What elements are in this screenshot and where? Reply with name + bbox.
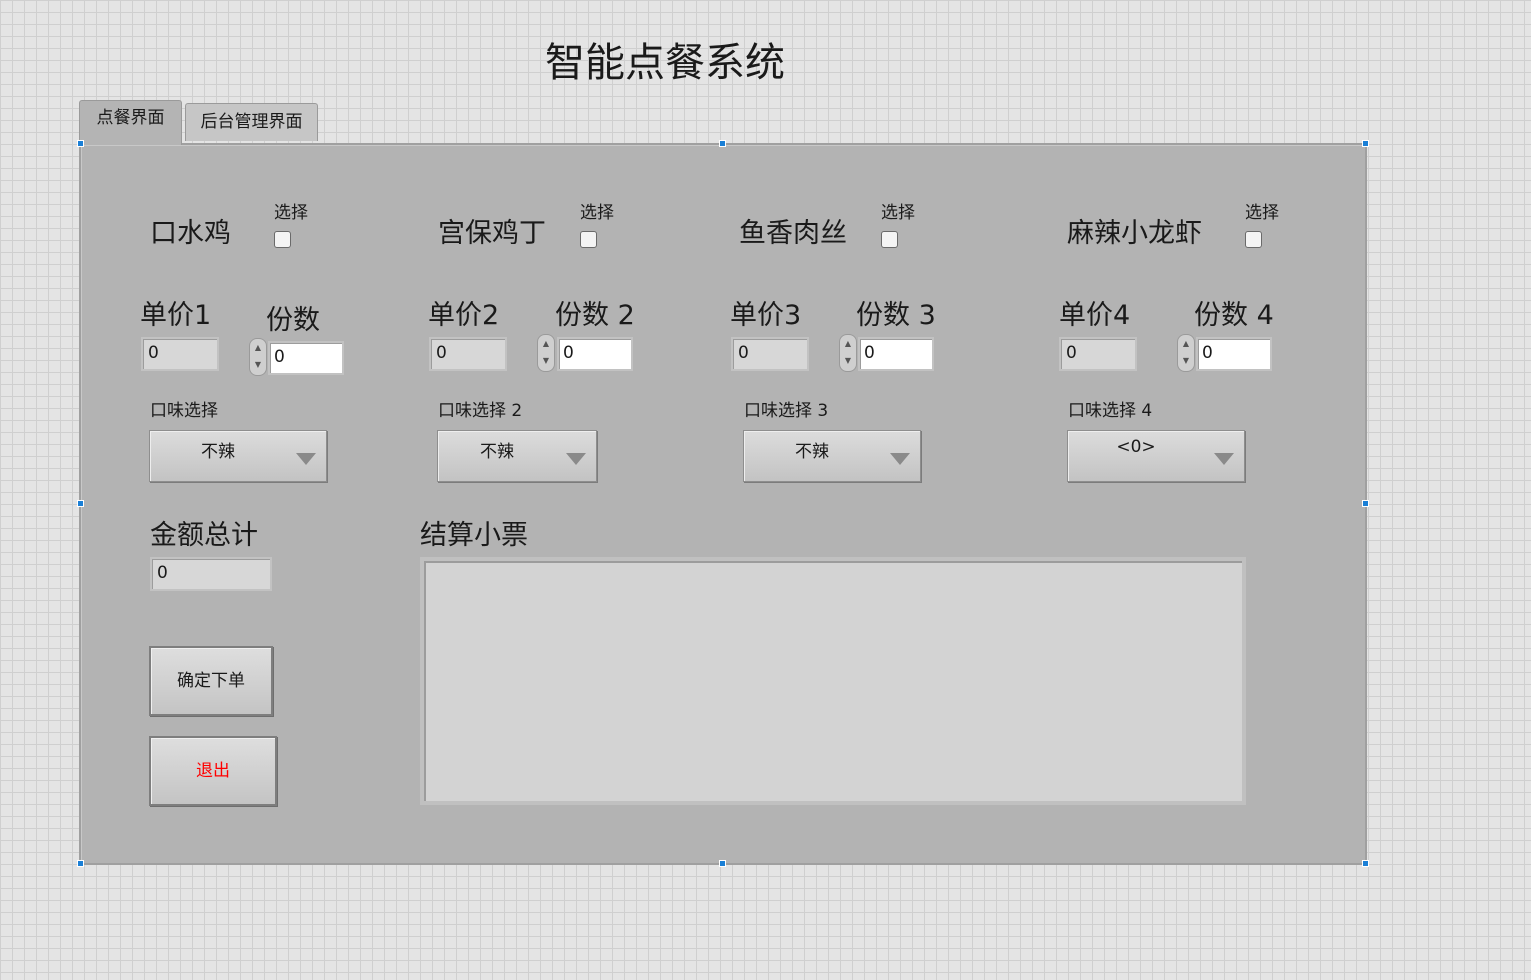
qty-input-4[interactable]: 0	[1196, 337, 1272, 371]
selection-handle[interactable]	[77, 860, 84, 867]
select-label-4: 选择	[1245, 203, 1279, 223]
select-label-1: 选择	[274, 203, 308, 223]
qty-label-3: 份数 3	[856, 300, 936, 331]
selection-handle[interactable]	[77, 140, 84, 147]
price-label-2: 单价2	[428, 300, 500, 331]
confirm-order-button[interactable]: 确定下单	[149, 646, 273, 716]
flavor-value-3: 不辣	[795, 442, 829, 462]
select-checkbox-2[interactable]	[580, 231, 597, 248]
spinner-up-icon[interactable]: ▲	[845, 339, 851, 348]
total-label: 金额总计	[150, 520, 258, 551]
spinner-down-icon[interactable]: ▼	[255, 360, 261, 369]
qty-input-3[interactable]: 0	[858, 337, 934, 371]
exit-button[interactable]: 退出	[149, 736, 277, 806]
spinner-up-icon[interactable]: ▲	[1183, 339, 1189, 348]
qty-label-2: 份数 2	[555, 300, 635, 331]
dish-name-3: 鱼香肉丝	[739, 218, 847, 249]
tab-admin[interactable]: 后台管理界面	[185, 103, 318, 141]
qty-label-4: 份数 4	[1194, 300, 1274, 331]
price-label-3: 单价3	[730, 300, 802, 331]
dropdown-arrow-icon	[296, 453, 316, 465]
select-checkbox-1[interactable]	[274, 231, 291, 248]
selection-handle[interactable]	[1362, 140, 1369, 147]
app-title: 智能点餐系统	[545, 40, 785, 86]
price-label-1: 单价1	[140, 300, 212, 331]
flavor-dropdown-4[interactable]: <0>	[1067, 430, 1245, 482]
qty-spinner-2[interactable]: ▲ ▼	[537, 334, 555, 372]
dropdown-arrow-icon	[890, 453, 910, 465]
selection-handle[interactable]	[77, 500, 84, 507]
price-value-3: 0	[731, 337, 809, 371]
flavor-value-4: <0>	[1116, 437, 1156, 457]
flavor-dropdown-1[interactable]: 不辣	[149, 430, 327, 482]
spinner-down-icon[interactable]: ▼	[1183, 356, 1189, 365]
dish-name-4: 麻辣小龙虾	[1067, 218, 1202, 249]
selection-handle[interactable]	[1362, 500, 1369, 507]
dish-name-1: 口水鸡	[150, 218, 231, 249]
spinner-down-icon[interactable]: ▼	[543, 356, 549, 365]
selection-handle[interactable]	[1362, 860, 1369, 867]
tab-order[interactable]: 点餐界面	[79, 100, 182, 145]
flavor-label-4: 口味选择 4	[1068, 401, 1153, 421]
dropdown-arrow-icon	[566, 453, 586, 465]
flavor-value-2: 不辣	[480, 442, 514, 462]
selection-handle[interactable]	[719, 140, 726, 147]
qty-input-2[interactable]: 0	[557, 337, 633, 371]
select-checkbox-4[interactable]	[1245, 231, 1262, 248]
flavor-dropdown-2[interactable]: 不辣	[437, 430, 597, 482]
flavor-value-1: 不辣	[201, 442, 235, 462]
qty-spinner-3[interactable]: ▲ ▼	[839, 334, 857, 372]
price-value-1: 0	[141, 337, 219, 371]
flavor-dropdown-3[interactable]: 不辣	[743, 430, 921, 482]
dish-name-2: 宫保鸡丁	[438, 218, 546, 249]
flavor-label-2: 口味选择 2	[438, 401, 523, 421]
price-label-4: 单价4	[1059, 300, 1131, 331]
select-checkbox-3[interactable]	[881, 231, 898, 248]
qty-spinner-4[interactable]: ▲ ▼	[1177, 334, 1195, 372]
spinner-up-icon[interactable]: ▲	[543, 339, 549, 348]
spinner-up-icon[interactable]: ▲	[255, 343, 261, 352]
total-value: 0	[150, 557, 272, 591]
price-value-4: 0	[1059, 337, 1137, 371]
spinner-down-icon[interactable]: ▼	[845, 356, 851, 365]
qty-input-1[interactable]: 0	[268, 341, 344, 375]
flavor-label-3: 口味选择 3	[744, 401, 829, 421]
qty-label-1: 份数	[266, 305, 320, 336]
qty-spinner-1[interactable]: ▲ ▼	[249, 338, 267, 376]
select-label-3: 选择	[881, 203, 915, 223]
receipt-textbox[interactable]	[420, 557, 1246, 805]
receipt-label: 结算小票	[420, 520, 528, 551]
price-value-2: 0	[429, 337, 507, 371]
dropdown-arrow-icon	[1214, 453, 1234, 465]
selection-handle[interactable]	[719, 860, 726, 867]
flavor-label-1: 口味选择	[150, 401, 218, 421]
select-label-2: 选择	[580, 203, 614, 223]
